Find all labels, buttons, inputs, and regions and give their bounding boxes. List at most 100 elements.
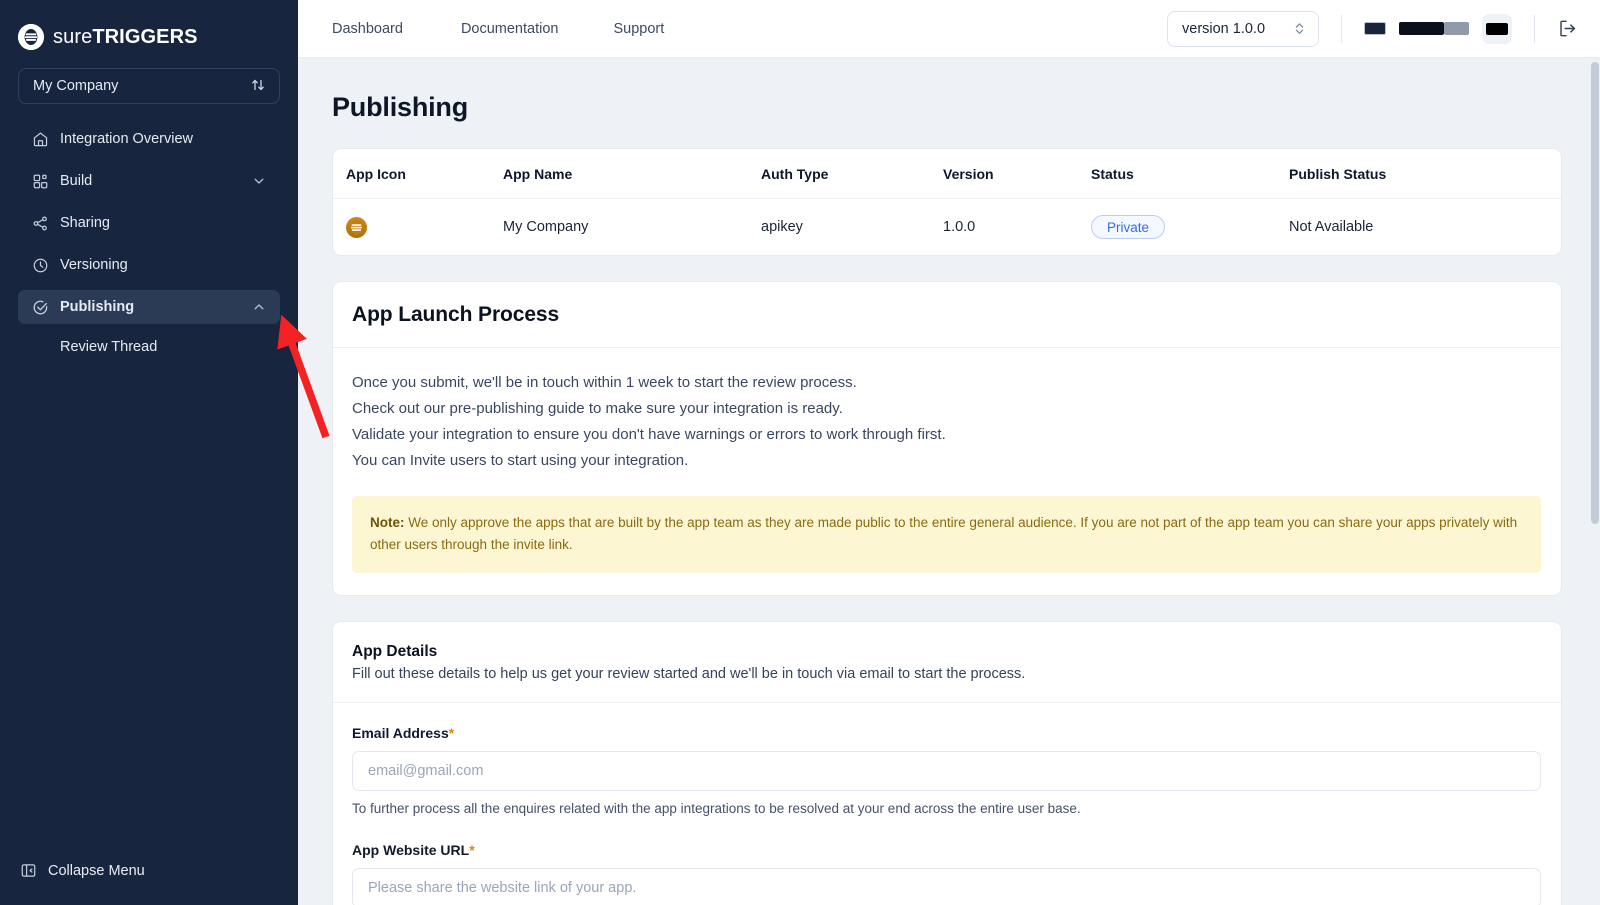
field-label-email-text: Email Address <box>352 725 449 741</box>
column-header-publish-status: Publish Status <box>1289 149 1561 199</box>
field-label-website: App Website URL* <box>352 842 1541 858</box>
sidebar-subitem-review-thread[interactable]: Review Thread <box>18 332 280 362</box>
sort-updown-icon <box>251 78 265 94</box>
redacted-user-info <box>1364 14 1512 44</box>
page-scrollbar-thumb[interactable] <box>1591 62 1599 524</box>
app-details-title: App Details <box>352 643 1541 661</box>
redacted-bar-1 <box>1364 22 1386 35</box>
app-launch-process-body: Once you submit, we'll be in touch withi… <box>333 348 1561 595</box>
process-line: Check out our pre-publishing guide to ma… <box>352 396 1541 422</box>
app-details-body: Email Address* To further process all th… <box>333 703 1561 905</box>
sidebar-item-build[interactable]: Build <box>18 164 280 198</box>
version-select[interactable]: version 1.0.0 <box>1167 11 1319 47</box>
top-nav-dashboard[interactable]: Dashboard <box>332 21 461 37</box>
suretriggers-app-icon <box>346 217 367 238</box>
sidebar-item-integration-overview[interactable]: Integration Overview <box>18 122 280 156</box>
sidebar-item-publishing[interactable]: Publishing <box>18 290 280 324</box>
sidebar-item-versioning[interactable]: Versioning <box>18 248 280 282</box>
cell-app-name: My Company <box>503 199 761 256</box>
field-help-email: To further process all the enquires rela… <box>352 801 1541 816</box>
collapse-menu-label: Collapse Menu <box>48 863 145 879</box>
collapse-menu-button[interactable]: Collapse Menu <box>0 862 298 879</box>
top-bar-right: version 1.0.0 <box>1167 11 1578 47</box>
field-label-email: Email Address* <box>352 725 1541 741</box>
version-select-value: version 1.0.0 <box>1182 21 1265 37</box>
top-nav: Dashboard Documentation Support <box>332 21 697 37</box>
process-line: Validate your integration to ensure you … <box>352 422 1541 448</box>
sidebar-item-sharing[interactable]: Sharing <box>18 206 280 240</box>
column-header-status: Status <box>1091 149 1289 199</box>
app-launch-process-header: App Launch Process <box>333 282 1561 348</box>
status-badge: Private <box>1091 215 1165 239</box>
chevron-updown-icon <box>1293 21 1306 36</box>
apps-table-body: My Company apikey 1.0.0 Private Not Avai… <box>333 199 1561 256</box>
main-area: Dashboard Documentation Support version … <box>298 0 1600 905</box>
app-root: sureTRIGGERS My Company Integ <box>0 0 1600 905</box>
sidebar-item-label: Publishing <box>60 299 241 315</box>
redacted-bar-2 <box>1399 22 1444 35</box>
brand-logo[interactable]: sureTRIGGERS <box>0 0 298 58</box>
top-nav-documentation[interactable]: Documentation <box>461 21 614 37</box>
required-marker: * <box>449 725 454 741</box>
apps-table-head: App Icon App Name Auth Type Version Stat… <box>333 149 1561 199</box>
avatar[interactable] <box>1482 14 1512 44</box>
top-bar: Dashboard Documentation Support version … <box>298 0 1600 58</box>
email-field[interactable] <box>352 751 1541 791</box>
app-launch-process-card: App Launch Process Once you submit, we'l… <box>332 281 1562 596</box>
cell-auth-type: apikey <box>761 199 943 256</box>
field-label-website-text: App Website URL <box>352 842 469 858</box>
redacted-bar-2-group <box>1399 22 1469 35</box>
field-email-address: Email Address* To further process all th… <box>333 725 1561 816</box>
sidebar-item-label: Versioning <box>60 257 266 273</box>
cell-publish-status: Not Available <box>1289 199 1561 256</box>
process-line: You can Invite users to start using your… <box>352 448 1541 474</box>
app-details-header: App Details Fill out these details to he… <box>333 622 1561 703</box>
sidebar-subitem-label: Review Thread <box>60 339 157 355</box>
table-row[interactable]: My Company apikey 1.0.0 Private Not Avai… <box>333 199 1561 256</box>
required-marker: * <box>469 842 474 858</box>
sidebar: sureTRIGGERS My Company Integ <box>0 0 298 905</box>
redacted-bar-3 <box>1486 23 1508 35</box>
grid-icon <box>32 173 49 190</box>
note-text: We only approve the apps that are built … <box>370 515 1517 552</box>
chevron-down-icon[interactable] <box>252 174 266 188</box>
process-line: Once you submit, we'll be in touch withi… <box>352 370 1541 396</box>
chevron-up-icon[interactable] <box>252 300 266 314</box>
brand-text-bold: TRIGGERS <box>92 26 197 48</box>
cell-version: 1.0.0 <box>943 199 1091 256</box>
sidebar-item-label: Sharing <box>60 215 266 231</box>
company-selector-label: My Company <box>33 78 118 94</box>
column-header-auth-type: Auth Type <box>761 149 943 199</box>
sidebar-item-label: Build <box>60 173 241 189</box>
toolbar-divider-2 <box>1534 15 1535 43</box>
logout-icon[interactable] <box>1557 18 1578 39</box>
page-scrollbar-track[interactable] <box>1587 58 1600 905</box>
company-selector[interactable]: My Company <box>18 68 280 104</box>
apps-table-card: App Icon App Name Auth Type Version Stat… <box>332 148 1562 256</box>
brand-text: sureTRIGGERS <box>53 26 198 49</box>
cell-app-icon <box>333 199 503 256</box>
note-label: Note: <box>370 515 405 530</box>
cell-status: Private <box>1091 199 1289 256</box>
column-header-version: Version <box>943 149 1091 199</box>
column-header-app-icon: App Icon <box>333 149 503 199</box>
clock-icon <box>32 257 49 274</box>
column-header-app-name: App Name <box>503 149 761 199</box>
brand-text-light: sure <box>53 26 92 48</box>
sidebar-item-label: Integration Overview <box>60 131 266 147</box>
app-details-card: App Details Fill out these details to he… <box>332 621 1562 905</box>
suretriggers-logo-icon <box>18 24 44 50</box>
panel-collapse-icon <box>20 862 37 879</box>
app-details-subtitle: Fill out these details to help us get yo… <box>352 666 1541 682</box>
check-circle-icon <box>32 299 49 316</box>
apps-table: App Icon App Name Auth Type Version Stat… <box>333 149 1561 255</box>
redacted-bar-2-tail <box>1444 22 1469 35</box>
top-nav-support[interactable]: Support <box>613 21 697 37</box>
toolbar-divider <box>1341 15 1342 43</box>
table-header-row: App Icon App Name Auth Type Version Stat… <box>333 149 1561 199</box>
home-icon <box>32 131 49 148</box>
sidebar-nav: Integration Overview Build <box>0 122 298 370</box>
field-spacer <box>333 816 1561 842</box>
app-website-url-field[interactable] <box>352 868 1541 905</box>
field-app-website-url: App Website URL* <box>333 842 1561 905</box>
